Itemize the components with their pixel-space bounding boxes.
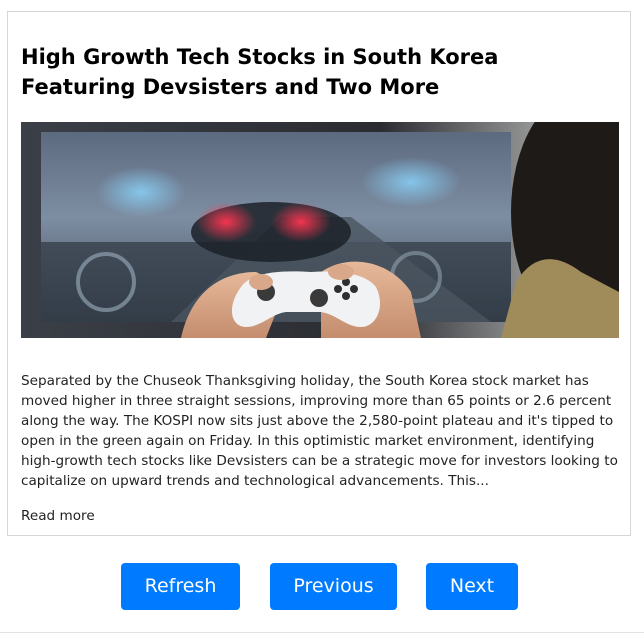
divider bbox=[0, 632, 644, 633]
read-more-link[interactable]: Read more bbox=[21, 506, 95, 526]
previous-button[interactable]: Previous bbox=[270, 563, 397, 610]
article-summary: Separated by the Chuseok Thanksgiving ho… bbox=[21, 373, 618, 489]
article-title: High Growth Tech Stocks in South Korea F… bbox=[21, 45, 499, 99]
refresh-button[interactable]: Refresh bbox=[121, 563, 240, 610]
next-button[interactable]: Next bbox=[426, 563, 518, 610]
article-card: High Growth Tech Stocks in South Korea F… bbox=[7, 11, 631, 536]
article-image bbox=[21, 122, 619, 338]
